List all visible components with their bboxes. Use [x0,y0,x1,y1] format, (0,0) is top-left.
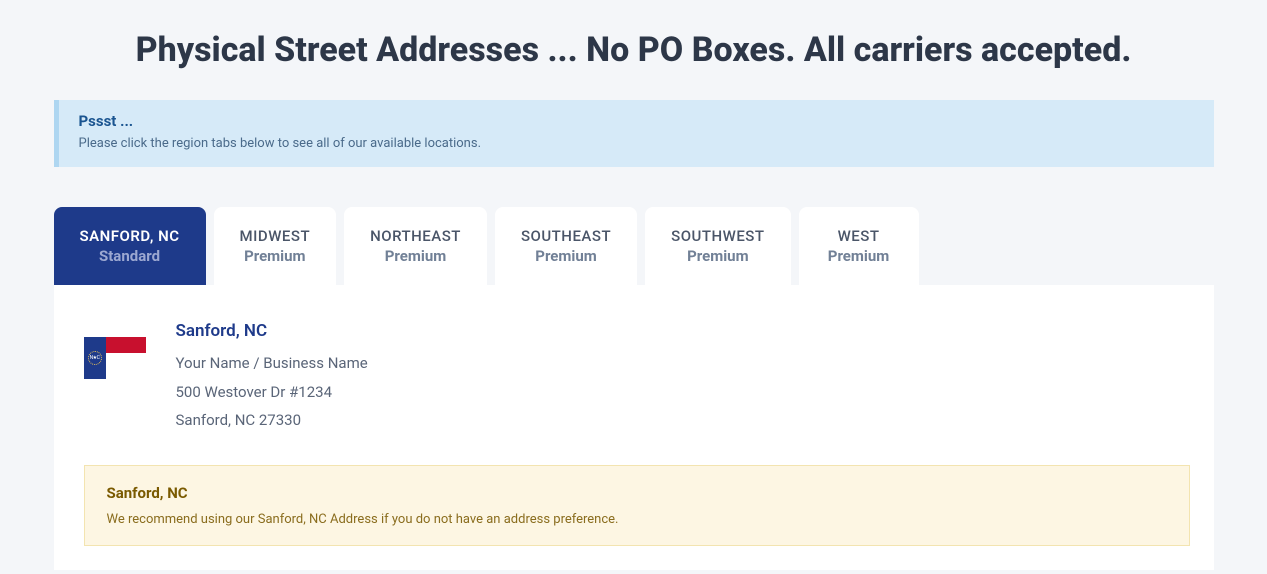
address-block: Sanford, NC Your Name / Business Name 50… [84,315,1190,435]
tab-region-label: SANFORD, NC [80,227,180,245]
tab-southwest[interactable]: SOUTHWEST Premium [645,207,790,285]
page-title: Physical Street Addresses ... No PO Boxe… [54,30,1214,70]
tab-west[interactable]: WEST Premium [799,207,919,285]
tab-southeast[interactable]: SOUTHEAST Premium [495,207,637,285]
tab-content: Sanford, NC Your Name / Business Name 50… [54,285,1214,570]
address-citystate: Sanford, NC 27330 [176,406,368,435]
tab-midwest[interactable]: MIDWEST Premium [214,207,337,285]
tab-tier-label: Premium [671,247,764,265]
tab-tier-label: Premium [370,247,461,265]
tab-northeast[interactable]: NORTHEAST Premium [344,207,487,285]
address-title: Sanford, NC [176,315,368,347]
tab-region-label: NORTHEAST [370,227,461,245]
tab-region-label: WEST [825,227,893,245]
tab-region-label: SOUTHWEST [671,227,764,245]
tab-tier-label: Premium [240,247,311,265]
address-name-line: Your Name / Business Name [176,349,368,378]
tab-tier-label: Standard [80,247,180,265]
tab-sanford-nc[interactable]: SANFORD, NC Standard [54,207,206,285]
tab-tier-label: Premium [825,247,893,265]
nc-flag-icon [84,337,146,379]
info-callout-title: Pssst ... [79,112,1194,130]
tab-region-label: SOUTHEAST [521,227,611,245]
tab-tier-label: Premium [521,247,611,265]
info-callout-text: Please click the region tabs below to se… [79,136,1194,151]
note-text: We recommend using our Sanford, NC Addre… [107,512,1167,527]
note-title: Sanford, NC [107,484,1167,502]
info-callout: Pssst ... Please click the region tabs b… [54,100,1214,167]
region-tabs: SANFORD, NC Standard MIDWEST Premium NOR… [54,207,1214,285]
tab-region-label: MIDWEST [240,227,311,245]
address-street: 500 Westover Dr #1234 [176,378,368,407]
recommendation-note: Sanford, NC We recommend using our Sanfo… [84,465,1190,546]
